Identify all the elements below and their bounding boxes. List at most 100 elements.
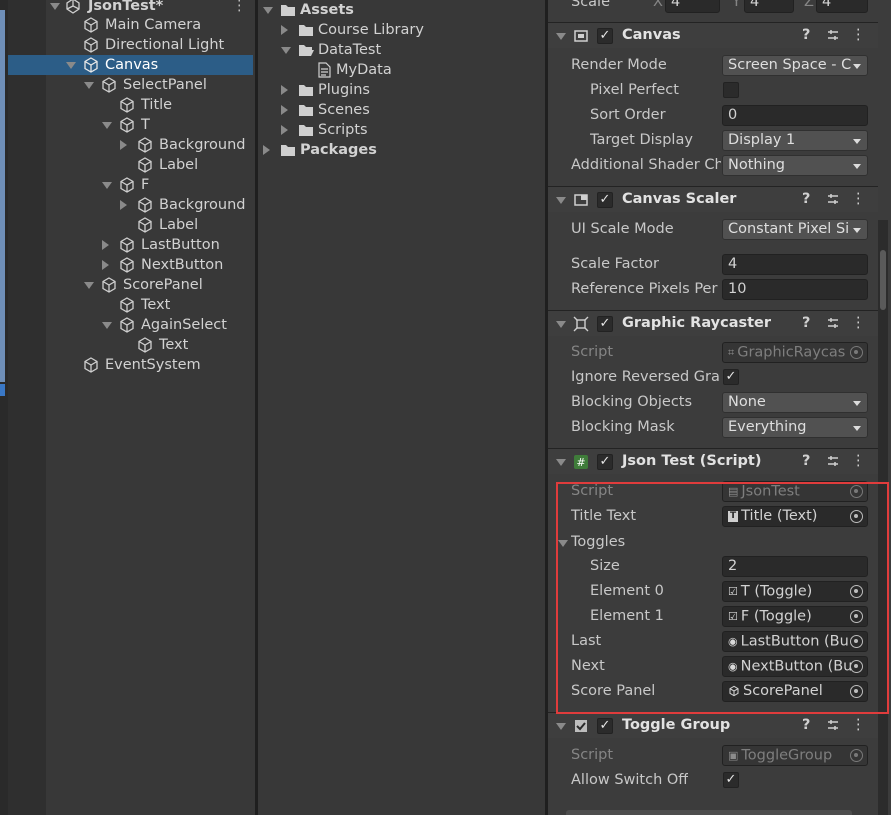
gameobject-icon [120,97,134,113]
ignore-reversed-checkbox[interactable]: ✓ [723,369,739,385]
collapse-arrow-icon[interactable] [120,140,127,150]
project-folder-item[interactable]: Scenes [258,100,545,120]
object-picker-icon[interactable] [850,749,863,762]
hierarchy-item[interactable]: AgainSelect [46,315,255,335]
component-enabled-checkbox[interactable]: ✓ [597,718,613,734]
hierarchy-item[interactable]: SelectPanel [46,75,255,95]
graphic-raycaster-component-header[interactable]: ✓ Graphic Raycaster ? ⋮ [548,310,878,336]
hierarchy-item[interactable]: Label [46,155,255,175]
component-enabled-checkbox[interactable]: ✓ [597,192,613,208]
collapse-arrow-icon[interactable] [281,85,288,95]
expand-arrow-icon[interactable] [102,122,112,129]
project-folder-item[interactable]: Course Library [258,20,545,40]
preset-icon[interactable] [826,28,840,42]
foldout-arrow-icon[interactable] [556,321,566,328]
target-display-dropdown[interactable]: Display 1 [722,130,868,151]
component-enabled-checkbox[interactable]: ✓ [597,454,613,470]
reference-pixels-field[interactable]: 10 [722,279,868,300]
toggle-group-component-header[interactable]: ✓ Toggle Group ? ⋮ [548,712,878,738]
expand-arrow-icon[interactable] [50,3,60,10]
object-picker-icon[interactable] [850,346,863,359]
expand-arrow-icon[interactable] [84,282,94,289]
help-icon[interactable]: ? [802,453,810,469]
component-menu-icon[interactable]: ⋮ [851,453,866,469]
pixel-perfect-checkbox[interactable] [723,82,739,98]
scrollbar-thumb[interactable] [880,250,886,310]
project-folder-item[interactable]: Packages [258,140,545,160]
hierarchy-item[interactable]: T [46,115,255,135]
project-folder-item[interactable]: Plugins [258,80,545,100]
sort-order-field[interactable]: 0 [722,105,868,126]
hierarchy-item-label: Label [159,217,199,233]
render-mode-dropdown[interactable]: Screen Space - C [722,55,868,76]
expand-arrow-icon[interactable] [102,182,112,189]
hierarchy-item[interactable]: Background [46,195,255,215]
component-enabled-checkbox[interactable]: ✓ [597,28,613,44]
hierarchy-item[interactable]: Text [46,295,255,315]
help-icon[interactable]: ? [802,717,810,733]
collapse-arrow-icon[interactable] [102,260,109,270]
preset-icon[interactable] [826,454,840,468]
scale-factor-field[interactable]: 4 [722,254,868,275]
help-icon[interactable]: ? [802,27,810,43]
collapse-arrow-icon[interactable] [281,125,288,135]
collapse-arrow-icon[interactable] [281,105,288,115]
canvas-component-header[interactable]: ✓ Canvas ? ⋮ [548,22,878,48]
scale-y-field[interactable]: 4 [744,0,794,13]
foldout-arrow-icon[interactable] [556,197,566,204]
component-menu-icon[interactable]: ⋮ [851,27,866,43]
preset-icon[interactable] [826,192,840,206]
hierarchy-item[interactable]: EventSystem [46,355,255,375]
expand-arrow-icon[interactable] [84,82,94,89]
hierarchy-item[interactable]: LastButton [46,235,255,255]
collapse-arrow-icon[interactable] [102,240,109,250]
hierarchy-item[interactable]: Label [46,215,255,235]
blocking-objects-dropdown[interactable]: None [722,392,868,413]
hierarchy-item[interactable]: Text [46,335,255,355]
component-menu-icon[interactable]: ⋮ [851,191,866,207]
shader-channels-dropdown[interactable]: Nothing [722,155,868,176]
hierarchy-item[interactable]: F [46,175,255,195]
expand-arrow-icon[interactable] [281,47,291,54]
scene-header[interactable]: JsonTest* ⋮ [46,0,255,16]
help-icon[interactable]: ? [802,191,810,207]
scale-z-label: Z [804,0,814,10]
hierarchy-item[interactable]: NextButton [46,255,255,275]
hierarchy-item[interactable]: Title [46,95,255,115]
component-menu-icon[interactable]: ⋮ [851,717,866,733]
ui-scale-mode-dropdown[interactable]: Constant Pixel Si [722,219,868,240]
scene-menu-icon[interactable]: ⋮ [232,0,247,16]
blocking-mask-dropdown[interactable]: Everything [722,417,868,438]
canvas-scaler-component-header[interactable]: ✓ Canvas Scaler ? ⋮ [548,186,878,212]
preset-icon[interactable] [826,316,840,330]
hierarchy-item[interactable]: Main Camera [46,15,255,35]
project-folder-item[interactable]: Scripts [258,120,545,140]
add-component-button[interactable] [566,810,852,815]
hierarchy-item[interactable]: Background [46,135,255,155]
preset-icon[interactable] [826,718,840,732]
component-enabled-checkbox[interactable]: ✓ [597,316,613,332]
foldout-arrow-icon[interactable] [556,723,566,730]
help-icon[interactable]: ? [802,315,810,331]
foldout-arrow-icon[interactable] [556,33,566,40]
scale-z-field[interactable]: 4 [816,0,868,13]
collapse-arrow-icon[interactable] [263,145,270,155]
project-folder-item[interactable]: Assets [258,0,545,20]
component-menu-icon[interactable]: ⋮ [851,315,866,331]
hierarchy-item[interactable]: Canvas [8,55,253,75]
allow-switch-off-checkbox[interactable]: ✓ [723,772,739,788]
hierarchy-item[interactable]: ScorePanel [46,275,255,295]
expand-arrow-icon[interactable] [66,62,76,69]
script-field[interactable]: ▣ ToggleGroup [722,745,868,766]
script-field[interactable]: ⌗ GraphicRaycas [722,342,868,363]
collapse-arrow-icon[interactable] [281,25,288,35]
expand-arrow-icon[interactable] [102,322,112,329]
expand-arrow-icon[interactable] [263,7,273,14]
collapse-arrow-icon[interactable] [120,200,127,210]
project-folder-item[interactable]: DataTest [258,40,545,60]
json-test-component-header[interactable]: # ✓ Json Test (Script) ? ⋮ [548,448,878,474]
foldout-arrow-icon[interactable] [556,459,566,466]
project-file-item[interactable]: MyData [258,60,545,80]
scale-x-field[interactable]: 4 [665,0,720,13]
hierarchy-item[interactable]: Directional Light [46,35,255,55]
